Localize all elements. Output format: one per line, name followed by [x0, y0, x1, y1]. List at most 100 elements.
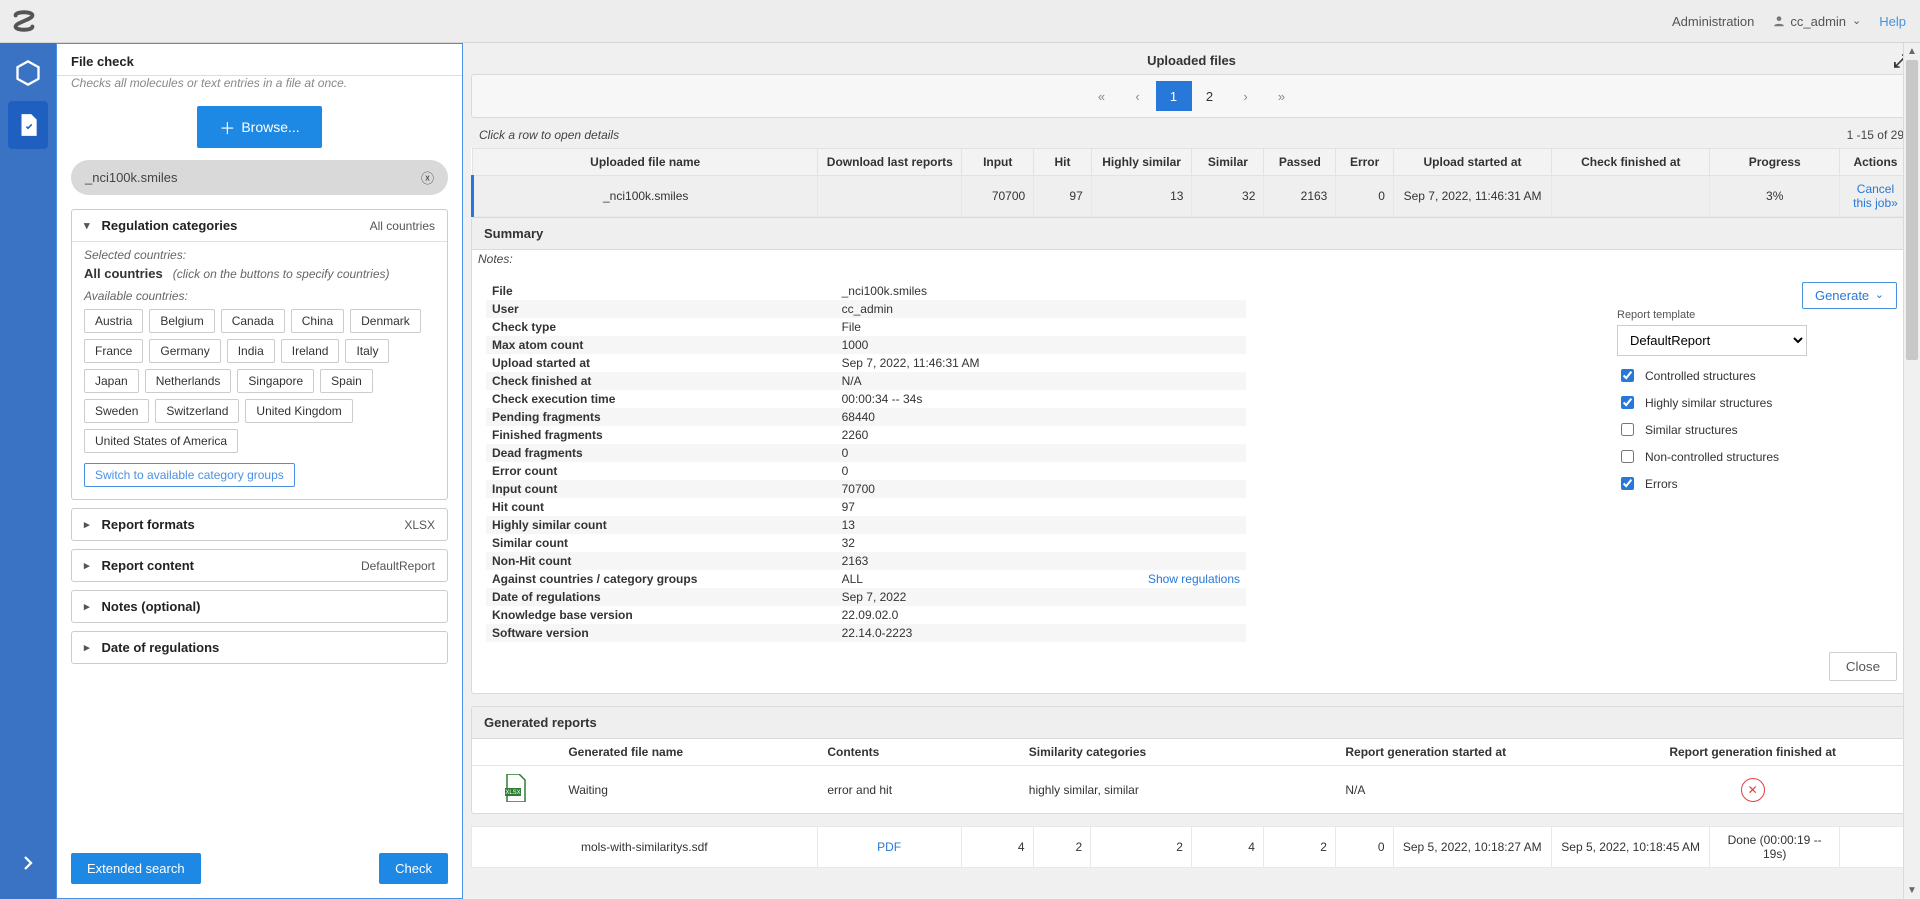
country-china[interactable]: China [291, 309, 344, 333]
country-buttons: AustriaBelgium CanadaChinaDenmark FranceGe… [84, 309, 435, 453]
xlsx-file-icon[interactable]: XLSX [503, 774, 527, 802]
summary-value: 68440 [836, 408, 1246, 426]
date-of-regulations-section[interactable]: Date of regulations [71, 631, 448, 664]
table-row[interactable]: _nci100k.smiles 70700 97 13 32 2163 0 Se… [473, 176, 1912, 217]
country-india[interactable]: India [227, 339, 275, 363]
cancel-job-link[interactable]: Cancel this job» [1853, 182, 1898, 210]
pager-last-icon[interactable]: » [1264, 81, 1300, 111]
country-singapore[interactable]: Singapore [237, 369, 314, 393]
report-option[interactable]: Controlled structures [1617, 366, 1897, 385]
summary-key: Error count [486, 462, 836, 480]
switch-category-groups-link[interactable]: Switch to available category groups [84, 463, 295, 487]
notes-section[interactable]: Notes (optional) [71, 590, 448, 623]
scroll-thumb[interactable] [1906, 60, 1918, 360]
summary-title: Summary [472, 218, 1911, 250]
result-range: 1 -15 of 29 [1847, 128, 1904, 142]
summary-value: File [836, 318, 1246, 336]
regulation-title: Regulation categories [84, 218, 237, 233]
country-belgium[interactable]: Belgium [149, 309, 214, 333]
report-content-section[interactable]: Report content DefaultReport [71, 549, 448, 582]
country-denmark[interactable]: Denmark [350, 309, 421, 333]
summary-key: File [486, 282, 836, 300]
user-menu[interactable]: cc_admin [1772, 14, 1861, 29]
report-option[interactable]: Similar structures [1617, 420, 1897, 439]
gr-col-start: Report generation started at [1335, 739, 1652, 766]
report-option-checkbox[interactable] [1621, 423, 1634, 436]
check-button[interactable]: Check [379, 853, 448, 884]
country-united-states-of-america[interactable]: United States of America [84, 429, 238, 453]
nav-hex-item[interactable] [8, 49, 48, 97]
report-option-label: Controlled structures [1645, 369, 1756, 383]
notes-title: Notes (optional) [84, 599, 200, 614]
report-option-checkbox[interactable] [1621, 450, 1634, 463]
country-ireland[interactable]: Ireland [281, 339, 340, 363]
uploads-col: Similar [1192, 149, 1264, 176]
gr-col-end: Report generation finished at [1652, 739, 1853, 766]
report-option-label: Non-controlled structures [1645, 450, 1779, 464]
summary-value: 2260 [836, 426, 1246, 444]
country-austria[interactable]: Austria [84, 309, 143, 333]
scroll-up-icon[interactable]: ▲ [1904, 43, 1920, 60]
pager-page-1[interactable]: 1 [1156, 81, 1192, 111]
country-japan[interactable]: Japan [84, 369, 139, 393]
country-switzerland[interactable]: Switzerland [155, 399, 239, 423]
report-option[interactable]: Errors [1617, 474, 1897, 493]
summary-notes-label: Notes: [472, 250, 1911, 272]
uploads-col: Progress [1710, 149, 1840, 176]
pager-page-2[interactable]: 2 [1192, 81, 1228, 111]
report-template-label: Report template [1617, 309, 1897, 321]
report-formats-section[interactable]: Report formats XLSX [71, 508, 448, 541]
report-template-select[interactable]: DefaultReport [1617, 325, 1807, 356]
country-france[interactable]: France [84, 339, 143, 363]
country-united-kingdom[interactable]: United Kingdom [245, 399, 352, 423]
close-button[interactable]: Close [1829, 652, 1897, 681]
summary-key: Similar count [486, 534, 836, 552]
regulation-head[interactable]: Regulation categories All countries [72, 210, 447, 241]
pager-next-icon[interactable]: › [1228, 81, 1264, 111]
show-regulations-link[interactable]: Show regulations [1148, 572, 1240, 586]
pager-prev-icon[interactable]: ‹ [1120, 81, 1156, 111]
report-option-checkbox[interactable] [1621, 477, 1634, 490]
pager-first-icon[interactable]: « [1084, 81, 1120, 111]
vertical-scrollbar[interactable]: ▲ ▼ [1903, 43, 1920, 899]
country-italy[interactable]: Italy [345, 339, 389, 363]
nav-rail [0, 43, 56, 899]
pdf-download-link[interactable]: PDF [877, 840, 901, 854]
administration-link[interactable]: Administration [1672, 14, 1754, 29]
country-germany[interactable]: Germany [149, 339, 220, 363]
summary-value: N/A [836, 372, 1246, 390]
report-option-checkbox[interactable] [1621, 396, 1634, 409]
generate-button[interactable]: Generate [1802, 282, 1897, 309]
report-option[interactable]: Non-controlled structures [1617, 447, 1897, 466]
report-option-label: Similar structures [1645, 423, 1738, 437]
file-chip-clear-icon[interactable]: ⓧ [421, 168, 434, 187]
delete-report-icon[interactable]: ✕ [1741, 778, 1765, 802]
file-chip-name: _nci100k.smiles [85, 170, 178, 185]
nav-expand-icon[interactable] [8, 839, 48, 887]
regulation-right: All countries [370, 219, 435, 233]
date-of-regulations-title: Date of regulations [84, 640, 219, 655]
svg-text:XLSX: XLSX [505, 790, 520, 796]
country-netherlands[interactable]: Netherlands [145, 369, 232, 393]
table-row[interactable]: mols-with-similaritys.sdf PDF 4 2 2 4 2 … [472, 827, 1912, 868]
regulation-categories-section: Regulation categories All countries Sele… [71, 209, 448, 500]
summary-key: Input count [486, 480, 836, 498]
summary-value: 1000 [836, 336, 1246, 354]
report-option[interactable]: Highly similar structures [1617, 393, 1897, 412]
scroll-down-icon[interactable]: ▼ [1904, 882, 1920, 899]
country-sweden[interactable]: Sweden [84, 399, 149, 423]
summary-key: Max atom count [486, 336, 836, 354]
country-canada[interactable]: Canada [221, 309, 285, 333]
summary-key: Highly similar count [486, 516, 836, 534]
nav-file-check-item[interactable] [8, 101, 48, 149]
report-option-checkbox[interactable] [1621, 369, 1634, 382]
report-option-label: Highly similar structures [1645, 396, 1772, 410]
browse-button[interactable]: ＋ Browse... [197, 106, 321, 148]
uploads-table: Uploaded file nameDownload last reportsI… [471, 148, 1912, 217]
app-logo-icon [10, 7, 38, 35]
country-spain[interactable]: Spain [320, 369, 373, 393]
row-click-hint: Click a row to open details [479, 128, 619, 142]
plus-icon: ＋ [219, 115, 235, 139]
extended-search-button[interactable]: Extended search [71, 853, 201, 884]
help-link[interactable]: Help [1879, 14, 1906, 29]
